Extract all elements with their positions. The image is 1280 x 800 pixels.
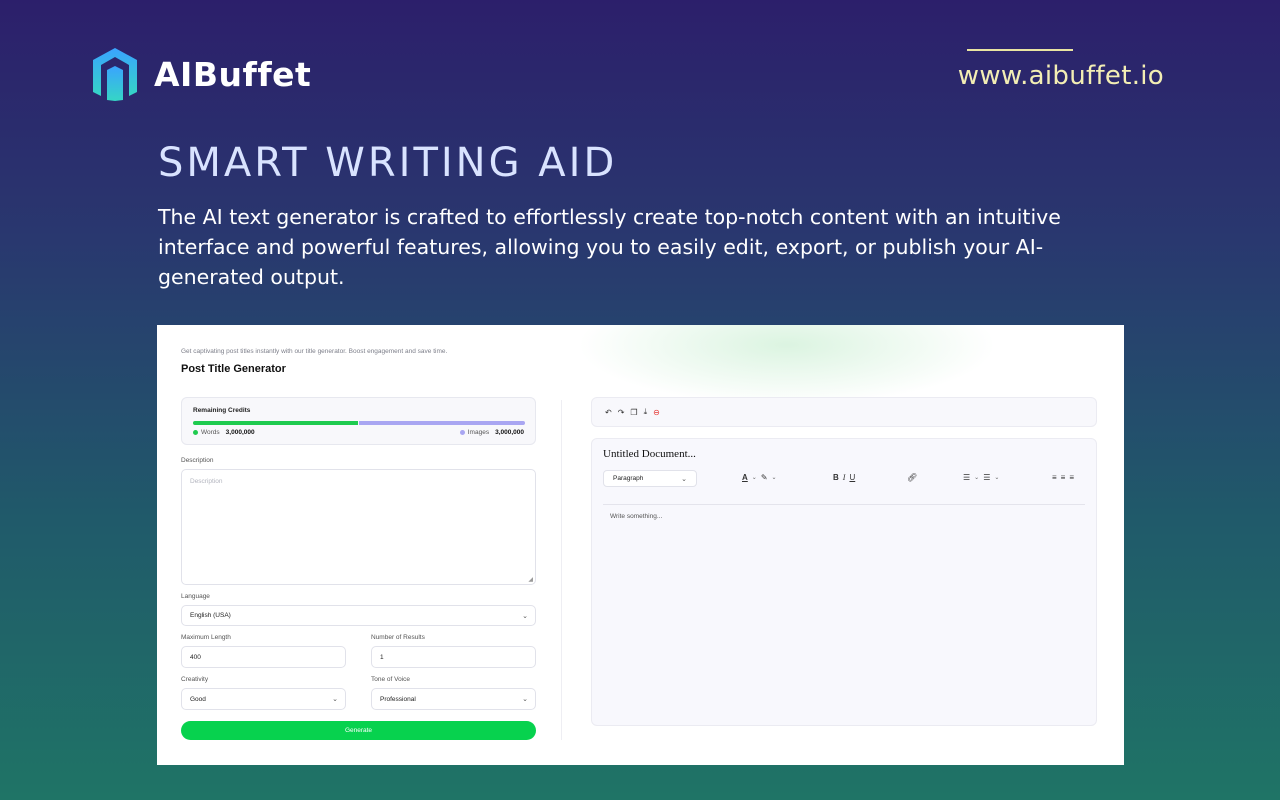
align-left-icon[interactable]: ≡ <box>1052 473 1057 482</box>
background-glow <box>577 325 997 405</box>
chevron-down-icon: ⌄ <box>681 475 687 483</box>
tone-value: Professional <box>380 695 416 703</box>
site-url[interactable]: www.aibuffet.io <box>958 61 1164 91</box>
brand-logo: AIBuffet <box>90 46 311 102</box>
block-type-select[interactable]: Paragraph ⌄ <box>603 470 697 487</box>
remaining-credits-card: Remaining Credits Words 3,000,000 Images… <box>181 397 536 445</box>
tool-subtitle: Get captivating post titles instantly wi… <box>181 348 448 355</box>
description-placeholder: Description <box>190 478 223 485</box>
hero-title: SMART WRITING AID <box>158 140 618 186</box>
chevron-down-icon[interactable]: ⌄ <box>974 474 979 481</box>
max-length-label: Maximum Length <box>181 634 231 641</box>
description-textarea[interactable]: Description ◢ <box>181 469 536 585</box>
creativity-value: Good <box>190 695 206 703</box>
words-label: Words <box>201 429 220 436</box>
images-dot-icon <box>459 430 465 435</box>
chevron-down-icon[interactable]: ⌄ <box>752 474 757 481</box>
underline-icon[interactable]: U <box>849 473 855 482</box>
chevron-down-icon[interactable]: ⌄ <box>994 474 999 481</box>
color-tools: A ⌄ ✎ ⌄ <box>742 473 777 482</box>
alignment-tools: ≡ ≡ ≡ <box>1052 473 1074 482</box>
editor-divider <box>603 504 1085 505</box>
document-editor: Untitled Document... Paragraph ⌄ A ⌄ ✎ ⌄… <box>591 438 1097 726</box>
tone-label: Tone of Voice <box>371 676 411 683</box>
tool-title: Post Title Generator <box>181 363 286 375</box>
column-divider <box>561 400 562 740</box>
resize-handle-icon[interactable]: ◢ <box>528 576 533 583</box>
images-label: Images <box>467 429 490 436</box>
numbered-list-icon[interactable]: ☰ <box>983 473 990 482</box>
words-credit-bar <box>193 421 358 425</box>
creativity-select[interactable]: Good ⌄ <box>181 688 346 710</box>
results-label: Number of Results <box>371 634 425 641</box>
results-input[interactable]: 1 <box>371 646 536 668</box>
highlight-icon[interactable]: ✎ <box>761 473 768 482</box>
undo-icon[interactable]: ↶ <box>605 408 612 417</box>
tone-select[interactable]: Professional ⌄ <box>371 688 536 710</box>
document-title[interactable]: Untitled Document... <box>603 448 696 460</box>
hero-description: The AI text generator is crafted to effo… <box>158 205 1061 289</box>
copy-icon[interactable]: ❐ <box>630 408 637 417</box>
delete-icon[interactable]: ⊖ <box>653 408 660 417</box>
max-length-input[interactable]: 400 <box>181 646 346 668</box>
editor-placeholder[interactable]: Write something... <box>610 513 662 520</box>
language-value: English (USA) <box>190 612 231 619</box>
list-tools: ☰ ⌄ ☰ ⌄ <box>963 473 999 482</box>
download-icon[interactable]: ⤓ <box>644 407 648 417</box>
chevron-down-icon[interactable]: ⌄ <box>772 474 777 481</box>
language-select[interactable]: English (USA) ⌄ <box>181 605 536 626</box>
editor-actions-toolbar: ↶ ↷ ❐ ⤓ ⊖ <box>591 397 1097 427</box>
results-value: 1 <box>380 653 384 661</box>
images-credit-bar <box>359 421 525 425</box>
brand-name: AIBuffet <box>154 54 312 94</box>
aibuffet-logo-icon <box>93 48 137 101</box>
words-value: 3,000,000 <box>225 429 255 436</box>
images-value: 3,000,000 <box>495 429 524 436</box>
bullet-list-icon[interactable]: ☰ <box>963 473 970 482</box>
align-center-icon[interactable]: ≡ <box>1061 473 1066 482</box>
url-rule <box>967 49 1073 51</box>
link-icon[interactable]: 🔗︎ <box>907 473 917 482</box>
text-color-icon[interactable]: A <box>742 473 748 482</box>
bold-icon[interactable]: B <box>833 473 839 482</box>
max-length-value: 400 <box>190 653 201 661</box>
block-type-value: Paragraph <box>613 475 644 482</box>
site-url-block: www.aibuffet.io <box>958 49 1164 91</box>
creativity-label: Creativity <box>181 676 209 683</box>
link-tool: 🔗︎ <box>907 473 917 482</box>
text-style-tools: B I U <box>833 473 855 482</box>
chevron-down-icon: ⌄ <box>332 696 338 703</box>
language-label: Language <box>181 593 210 600</box>
images-legend: Images 3,000,000 <box>459 429 524 436</box>
credits-label: Remaining Credits <box>193 407 251 414</box>
description-label: Description <box>181 457 214 464</box>
chevron-down-icon: ⌄ <box>522 696 528 703</box>
app-screenshot: Get captivating post titles instantly wi… <box>157 325 1124 765</box>
chevron-down-icon: ⌄ <box>522 612 528 620</box>
words-dot-icon <box>193 430 198 435</box>
generate-button[interactable]: Generate <box>181 721 536 740</box>
italic-icon[interactable]: I <box>843 473 846 482</box>
redo-icon[interactable]: ↷ <box>618 408 625 417</box>
align-right-icon[interactable]: ≡ <box>1069 473 1074 482</box>
words-legend: Words 3,000,000 <box>193 429 255 436</box>
